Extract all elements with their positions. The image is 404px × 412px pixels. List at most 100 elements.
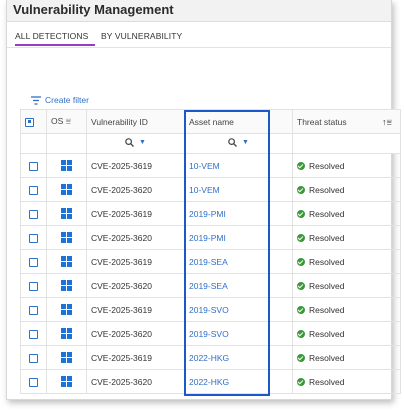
threat-status: Resolved bbox=[309, 160, 345, 171]
asset-name-link[interactable]: 10-VEM bbox=[189, 161, 220, 171]
tab-all-detections[interactable]: ALL DETECTIONS bbox=[15, 31, 88, 41]
row-checkbox-cell bbox=[20, 201, 47, 226]
row-checkbox[interactable] bbox=[29, 377, 38, 387]
vulnerability-id: CVE-2025-3619 bbox=[91, 208, 152, 219]
row-checkbox[interactable] bbox=[29, 281, 38, 291]
row-checkbox[interactable] bbox=[29, 209, 38, 219]
table-row[interactable]: CVE-2025-3619 10-VEM Resolved bbox=[20, 153, 401, 178]
vulnerability-id: CVE-2025-3619 bbox=[91, 160, 152, 171]
row-checkbox[interactable] bbox=[29, 161, 38, 171]
table-row[interactable]: CVE-2025-3620 2022-HKG Resolved bbox=[20, 369, 401, 394]
asset-name-link[interactable]: 2022-HKG bbox=[189, 377, 229, 387]
vulnerability-id-cell: CVE-2025-3619 bbox=[86, 201, 185, 226]
tab-bar: ALL DETECTIONS BY VULNERABILITY bbox=[7, 22, 391, 48]
asset-name-link[interactable]: 2019-SVO bbox=[189, 329, 229, 339]
table-search-row: ▼ ▼ bbox=[20, 133, 401, 154]
threat-status: Resolved bbox=[309, 256, 345, 267]
asset-name-cell: 2019-SVO bbox=[184, 297, 293, 322]
threat-status-cell: Resolved bbox=[292, 249, 401, 274]
search-icon bbox=[125, 138, 134, 147]
asset-name-link[interactable]: 2022-HKG bbox=[189, 353, 229, 363]
select-all-checkbox[interactable] bbox=[25, 117, 34, 127]
asset-name-link[interactable]: 2019-PMI bbox=[189, 233, 226, 243]
table-row[interactable]: CVE-2025-3620 2019-SEA Resolved bbox=[20, 273, 401, 298]
asset-name-search[interactable]: ▼ bbox=[184, 133, 293, 154]
asset-name-link[interactable]: 2019-SEA bbox=[189, 281, 228, 291]
resolved-check-icon bbox=[297, 330, 305, 339]
search-dropdown[interactable]: ▼ bbox=[228, 138, 249, 147]
os-cell bbox=[46, 201, 87, 226]
table-row[interactable]: CVE-2025-3620 10-VEM Resolved bbox=[20, 177, 401, 202]
windows-icon bbox=[61, 184, 72, 196]
windows-icon bbox=[61, 160, 72, 172]
table-row[interactable]: CVE-2025-3619 2019-SEA Resolved bbox=[20, 249, 401, 274]
windows-icon bbox=[61, 376, 72, 388]
asset-name-link[interactable]: 2019-SEA bbox=[189, 257, 228, 267]
vulnerability-id: CVE-2025-3619 bbox=[91, 304, 152, 315]
column-label-threat-status: Threat status bbox=[297, 116, 347, 127]
row-checkbox-cell bbox=[20, 297, 47, 322]
resolved-check-icon bbox=[297, 162, 305, 171]
table-header-row: OS ⩸ Vulnerability ID Asset name Threat … bbox=[20, 109, 401, 134]
column-header-threat-status[interactable]: Threat status ↑⩸ bbox=[292, 109, 401, 134]
row-checkbox[interactable] bbox=[29, 185, 38, 195]
row-checkbox-cell bbox=[20, 369, 47, 394]
table-row[interactable]: CVE-2025-3619 2022-HKG Resolved bbox=[20, 345, 401, 370]
row-checkbox[interactable] bbox=[29, 233, 38, 243]
asset-name-link[interactable]: 10-VEM bbox=[189, 185, 220, 195]
search-icon bbox=[228, 138, 237, 147]
column-label-os: OS bbox=[51, 116, 64, 126]
search-row-cell bbox=[46, 133, 87, 154]
resolved-check-icon bbox=[297, 186, 305, 195]
threat-status: Resolved bbox=[309, 280, 345, 291]
vulnerability-id-cell: CVE-2025-3620 bbox=[86, 369, 185, 394]
os-cell bbox=[46, 369, 87, 394]
resolved-check-icon bbox=[297, 258, 305, 267]
row-checkbox-cell bbox=[20, 273, 47, 298]
search-row-cell bbox=[292, 133, 401, 154]
table-row[interactable]: CVE-2025-3620 2019-SVO Resolved bbox=[20, 321, 401, 346]
vulnerability-id-search[interactable]: ▼ bbox=[86, 133, 185, 154]
column-header-asset-name[interactable]: Asset name bbox=[184, 109, 293, 134]
row-checkbox-cell bbox=[20, 153, 47, 178]
row-checkbox[interactable] bbox=[29, 353, 38, 363]
threat-status-cell: Resolved bbox=[292, 369, 401, 394]
search-row-cell bbox=[20, 133, 47, 154]
row-checkbox-cell bbox=[20, 225, 47, 250]
column-header-os[interactable]: OS ⩸ bbox=[46, 109, 87, 134]
filter-icon[interactable]: ⩸ bbox=[66, 116, 71, 126]
column-header-vulnerability-id[interactable]: Vulnerability ID bbox=[86, 109, 185, 134]
table-body: CVE-2025-3619 10-VEM Resolved CVE-2025-3… bbox=[20, 153, 401, 394]
vulnerability-id: CVE-2025-3620 bbox=[91, 376, 152, 387]
resolved-check-icon bbox=[297, 282, 305, 291]
vulnerability-id-cell: CVE-2025-3619 bbox=[86, 153, 185, 178]
create-filter-label: Create filter bbox=[45, 95, 89, 105]
column-label-vulnerability-id: Vulnerability ID bbox=[91, 116, 148, 127]
table-row[interactable]: CVE-2025-3619 2019-SVO Resolved bbox=[20, 297, 401, 322]
windows-icon bbox=[61, 256, 72, 268]
table-row[interactable]: CVE-2025-3619 2019-PMI Resolved bbox=[20, 201, 401, 226]
table-row[interactable]: CVE-2025-3620 2019-PMI Resolved bbox=[20, 225, 401, 250]
asset-name-cell: 2019-SEA bbox=[184, 249, 293, 274]
asset-name-link[interactable]: 2019-SVO bbox=[189, 305, 229, 315]
os-cell bbox=[46, 345, 87, 370]
vulnerability-id: CVE-2025-3620 bbox=[91, 328, 152, 339]
tab-by-vulnerability[interactable]: BY VULNERABILITY bbox=[101, 31, 182, 41]
vulnerability-id-cell: CVE-2025-3620 bbox=[86, 225, 185, 250]
os-cell bbox=[46, 249, 87, 274]
vulnerability-id: CVE-2025-3620 bbox=[91, 232, 152, 243]
asset-name-cell: 2019-SVO bbox=[184, 321, 293, 346]
resolved-check-icon bbox=[297, 378, 305, 387]
title-bar: Vulnerability Management bbox=[7, 0, 391, 22]
sort-icon[interactable]: ↑⩸ bbox=[382, 117, 392, 128]
threat-status-cell: Resolved bbox=[292, 225, 401, 250]
threat-status: Resolved bbox=[309, 352, 345, 363]
vulnerability-id-cell: CVE-2025-3619 bbox=[86, 297, 185, 322]
row-checkbox[interactable] bbox=[29, 329, 38, 339]
filter-icon bbox=[31, 96, 41, 105]
threat-status: Resolved bbox=[309, 208, 345, 219]
row-checkbox[interactable] bbox=[29, 305, 38, 315]
search-dropdown[interactable]: ▼ bbox=[125, 138, 146, 147]
asset-name-link[interactable]: 2019-PMI bbox=[189, 209, 226, 219]
row-checkbox[interactable] bbox=[29, 257, 38, 267]
